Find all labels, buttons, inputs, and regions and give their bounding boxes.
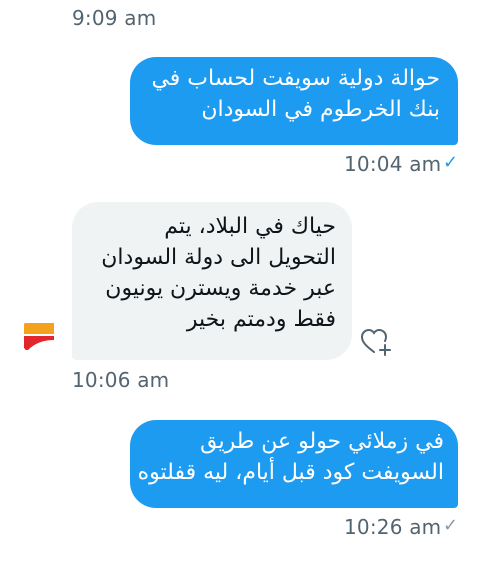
message-timestamp: 10:04 am (344, 152, 442, 176)
sent-message-bubble[interactable]: في زملائي حولو عن طريق السويفت كود قبل أ… (130, 420, 458, 508)
sent-check-icon: ✓ (443, 515, 459, 536)
add-reaction-heart-icon[interactable] (360, 326, 394, 358)
message-text: بنك الخرطوم في السودان (201, 97, 440, 122)
message-text: التحويل الى دولة السودان (101, 245, 336, 270)
message-timestamp: 10:06 am (72, 368, 170, 392)
message-text: السويفت كود قبل أيام، ليه قفلتوه (137, 460, 444, 485)
read-check-icon: ✓ (443, 152, 459, 173)
message-text: حياك في البلاد، يتم (164, 214, 336, 239)
message-text: في زملائي حولو عن طريق (200, 429, 444, 454)
message-timestamp: 10:26 am (344, 515, 442, 539)
received-message-bubble[interactable]: حياك في البلاد، يتم التحويل الى دولة الس… (72, 202, 352, 360)
message-text: فقط ودمتم بخير (186, 307, 336, 332)
message-timestamp: 9:09 am (72, 6, 157, 30)
bank-logo-icon[interactable] (20, 316, 60, 356)
message-text: عبر خدمة ويسترن يونيون (105, 276, 336, 301)
message-text: حوالة دولية سويفت لحساب في (151, 66, 440, 91)
sent-message-bubble[interactable]: حوالة دولية سويفت لحساب في بنك الخرطوم ف… (130, 57, 458, 145)
